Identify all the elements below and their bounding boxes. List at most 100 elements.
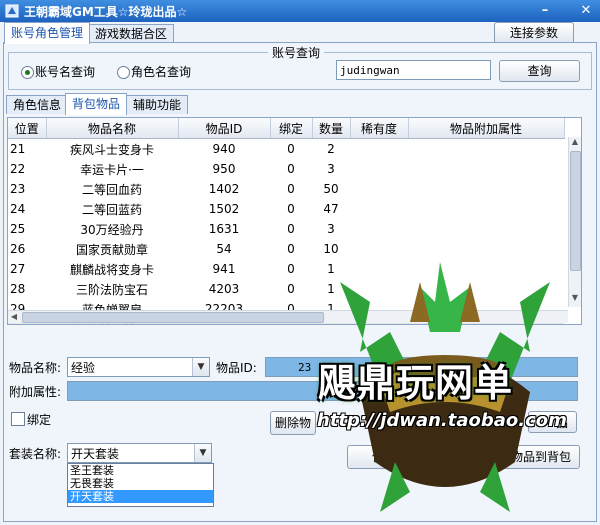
scroll-thumb[interactable] bbox=[570, 151, 581, 271]
suit-option[interactable]: 无畏套装 bbox=[68, 477, 213, 490]
window-title: 王朝霸域GM工具☆玲珑出品☆ bbox=[24, 5, 188, 19]
bind-checkbox-label: 绑定 bbox=[27, 413, 52, 427]
suit-name-label: 套装名称: bbox=[9, 447, 62, 461]
table-cell bbox=[350, 239, 408, 259]
column-header-bind[interactable]: 绑定 bbox=[270, 118, 313, 139]
h-scroll-thumb[interactable] bbox=[22, 312, 324, 323]
table-cell: 幸运卡片·一 bbox=[80, 162, 144, 177]
tab-bag-items[interactable]: 背包物品 bbox=[65, 93, 128, 115]
table-cell: 950 bbox=[212, 162, 236, 176]
table-cell: 26 bbox=[10, 242, 26, 256]
bind-checkbox[interactable] bbox=[11, 412, 25, 426]
suit-dropdown-list[interactable]: 圣王套装 无畏套装 开天套装 bbox=[67, 463, 214, 507]
item-name-value: 经验 bbox=[71, 361, 96, 375]
account-query-title: 账号查询 bbox=[268, 44, 325, 61]
table-cell: 0 bbox=[287, 242, 295, 256]
watermark-url: http://jdwan.taobao.com bbox=[317, 410, 567, 431]
table-cell: 23 bbox=[10, 182, 26, 196]
table-row[interactable]: 24 二等回蓝药 1502 0 47 bbox=[8, 199, 564, 219]
tab-role-info[interactable]: 角色信息 bbox=[6, 95, 69, 114]
table-cell: 麒麟战将变身卡 bbox=[69, 262, 154, 277]
table-cell: 0 bbox=[287, 162, 295, 176]
table-cell: 27 bbox=[10, 262, 26, 276]
table-cell: 941 bbox=[212, 262, 236, 276]
radio-role-name-label: 角色名查询 bbox=[131, 65, 192, 79]
column-header-extra-attr[interactable]: 物品附加属性 bbox=[408, 118, 565, 139]
tab-game-data-merge[interactable]: 游戏数据合区 bbox=[88, 24, 175, 43]
column-header-quantity[interactable]: 数量 bbox=[312, 118, 351, 139]
table-cell: 3 bbox=[327, 222, 335, 236]
app-icon bbox=[5, 4, 19, 18]
account-search-input[interactable]: judingwan bbox=[336, 60, 491, 80]
table-cell: 0 bbox=[287, 202, 295, 216]
connect-params-button[interactable]: 连接参数 bbox=[494, 22, 574, 44]
radio-account-name-label: 账号名查询 bbox=[35, 65, 96, 79]
tab-account-role[interactable]: 账号角色管理 bbox=[4, 22, 91, 44]
query-button[interactable]: 查询 bbox=[499, 60, 580, 82]
column-header-item-id[interactable]: 物品ID bbox=[178, 118, 271, 139]
radio-account-name[interactable] bbox=[21, 66, 34, 79]
table-cell bbox=[350, 219, 408, 239]
table-cell: 940 bbox=[212, 142, 236, 156]
item-name-label: 物品名称: bbox=[9, 361, 62, 375]
suit-option-selected[interactable]: 开天套装 bbox=[68, 490, 213, 503]
suit-option[interactable]: 圣王套装 bbox=[68, 464, 213, 477]
table-cell: 4203 bbox=[208, 282, 240, 296]
item-id-label: 物品ID: bbox=[216, 361, 257, 375]
table-row[interactable]: 25 30万经验丹 1631 0 3 bbox=[8, 219, 564, 239]
table-cell: 28 bbox=[10, 282, 26, 296]
table-cell: 1402 bbox=[208, 182, 240, 196]
table-cell: 2 bbox=[327, 142, 335, 156]
column-header-position[interactable]: 位置 bbox=[8, 118, 47, 139]
radio-role-name[interactable] bbox=[117, 66, 130, 79]
column-header-rarity[interactable]: 稀有度 bbox=[350, 118, 409, 139]
table-cell bbox=[408, 199, 564, 219]
table-row[interactable]: 22 幸运卡片·一 950 0 3 bbox=[8, 159, 564, 179]
minimize-button[interactable]: – bbox=[535, 2, 555, 19]
table-cell: 47 bbox=[323, 202, 339, 216]
table-cell: 疾风斗士变身卡 bbox=[69, 142, 154, 157]
item-name-combo[interactable]: 经验 ▼ bbox=[67, 357, 210, 377]
close-button[interactable]: ✕ bbox=[576, 2, 596, 19]
chevron-down-icon[interactable]: ▼ bbox=[192, 358, 209, 376]
table-cell bbox=[408, 239, 564, 259]
table-cell: 三阶法防宝石 bbox=[75, 282, 148, 297]
table-row[interactable]: 21 疾风斗士变身卡 940 0 2 bbox=[8, 139, 564, 160]
table-cell: 二等回血药 bbox=[81, 182, 142, 197]
table-cell: 25 bbox=[10, 222, 26, 236]
table-row[interactable]: 26 国家贡献勋章 54 0 10 bbox=[8, 239, 564, 259]
table-header-row: 位置 物品名称 物品ID 绑定 数量 稀有度 物品附加属性 bbox=[8, 118, 565, 139]
table-cell: 54 bbox=[216, 242, 232, 256]
scroll-up-icon[interactable]: ▲ bbox=[570, 137, 580, 149]
table-cell: 50 bbox=[323, 182, 339, 196]
title-bar: 王朝霸域GM工具☆玲珑出品☆ – ✕ bbox=[0, 0, 600, 22]
table-row[interactable]: 23 二等回血药 1402 0 50 bbox=[8, 179, 564, 199]
table-cell bbox=[350, 159, 408, 179]
table-cell: 3 bbox=[327, 162, 335, 176]
extra-attr-label: 附加属性: bbox=[9, 385, 62, 399]
table-cell bbox=[408, 159, 564, 179]
table-cell: 21 bbox=[10, 142, 26, 156]
column-header-item-name[interactable]: 物品名称 bbox=[46, 118, 179, 139]
table-cell: 30万经验丹 bbox=[80, 222, 144, 237]
table-cell: 二等回蓝药 bbox=[81, 202, 142, 217]
table-cell: 24 bbox=[10, 202, 26, 216]
table-cell: 0 bbox=[287, 142, 295, 156]
table-cell bbox=[408, 219, 564, 239]
table-cell: 1631 bbox=[208, 222, 240, 236]
suit-name-combo[interactable]: 开天套装 ▼ bbox=[67, 443, 212, 463]
tab-aux-functions[interactable]: 辅助功能 bbox=[126, 95, 189, 114]
table-cell bbox=[350, 179, 408, 199]
table-cell: 10 bbox=[323, 242, 339, 256]
chevron-down-icon[interactable]: ▼ bbox=[194, 444, 211, 462]
table-cell bbox=[408, 179, 564, 199]
table-cell bbox=[408, 139, 564, 160]
table-cell bbox=[350, 199, 408, 219]
table-cell bbox=[350, 139, 408, 160]
suit-name-value: 开天套装 bbox=[71, 447, 120, 461]
table-cell: 22 bbox=[10, 162, 26, 176]
table-cell: 1502 bbox=[208, 202, 240, 216]
table-cell: 0 bbox=[287, 222, 295, 236]
table-cell: 国家贡献勋章 bbox=[75, 242, 148, 257]
scroll-left-icon[interactable]: ◀ bbox=[8, 311, 20, 323]
